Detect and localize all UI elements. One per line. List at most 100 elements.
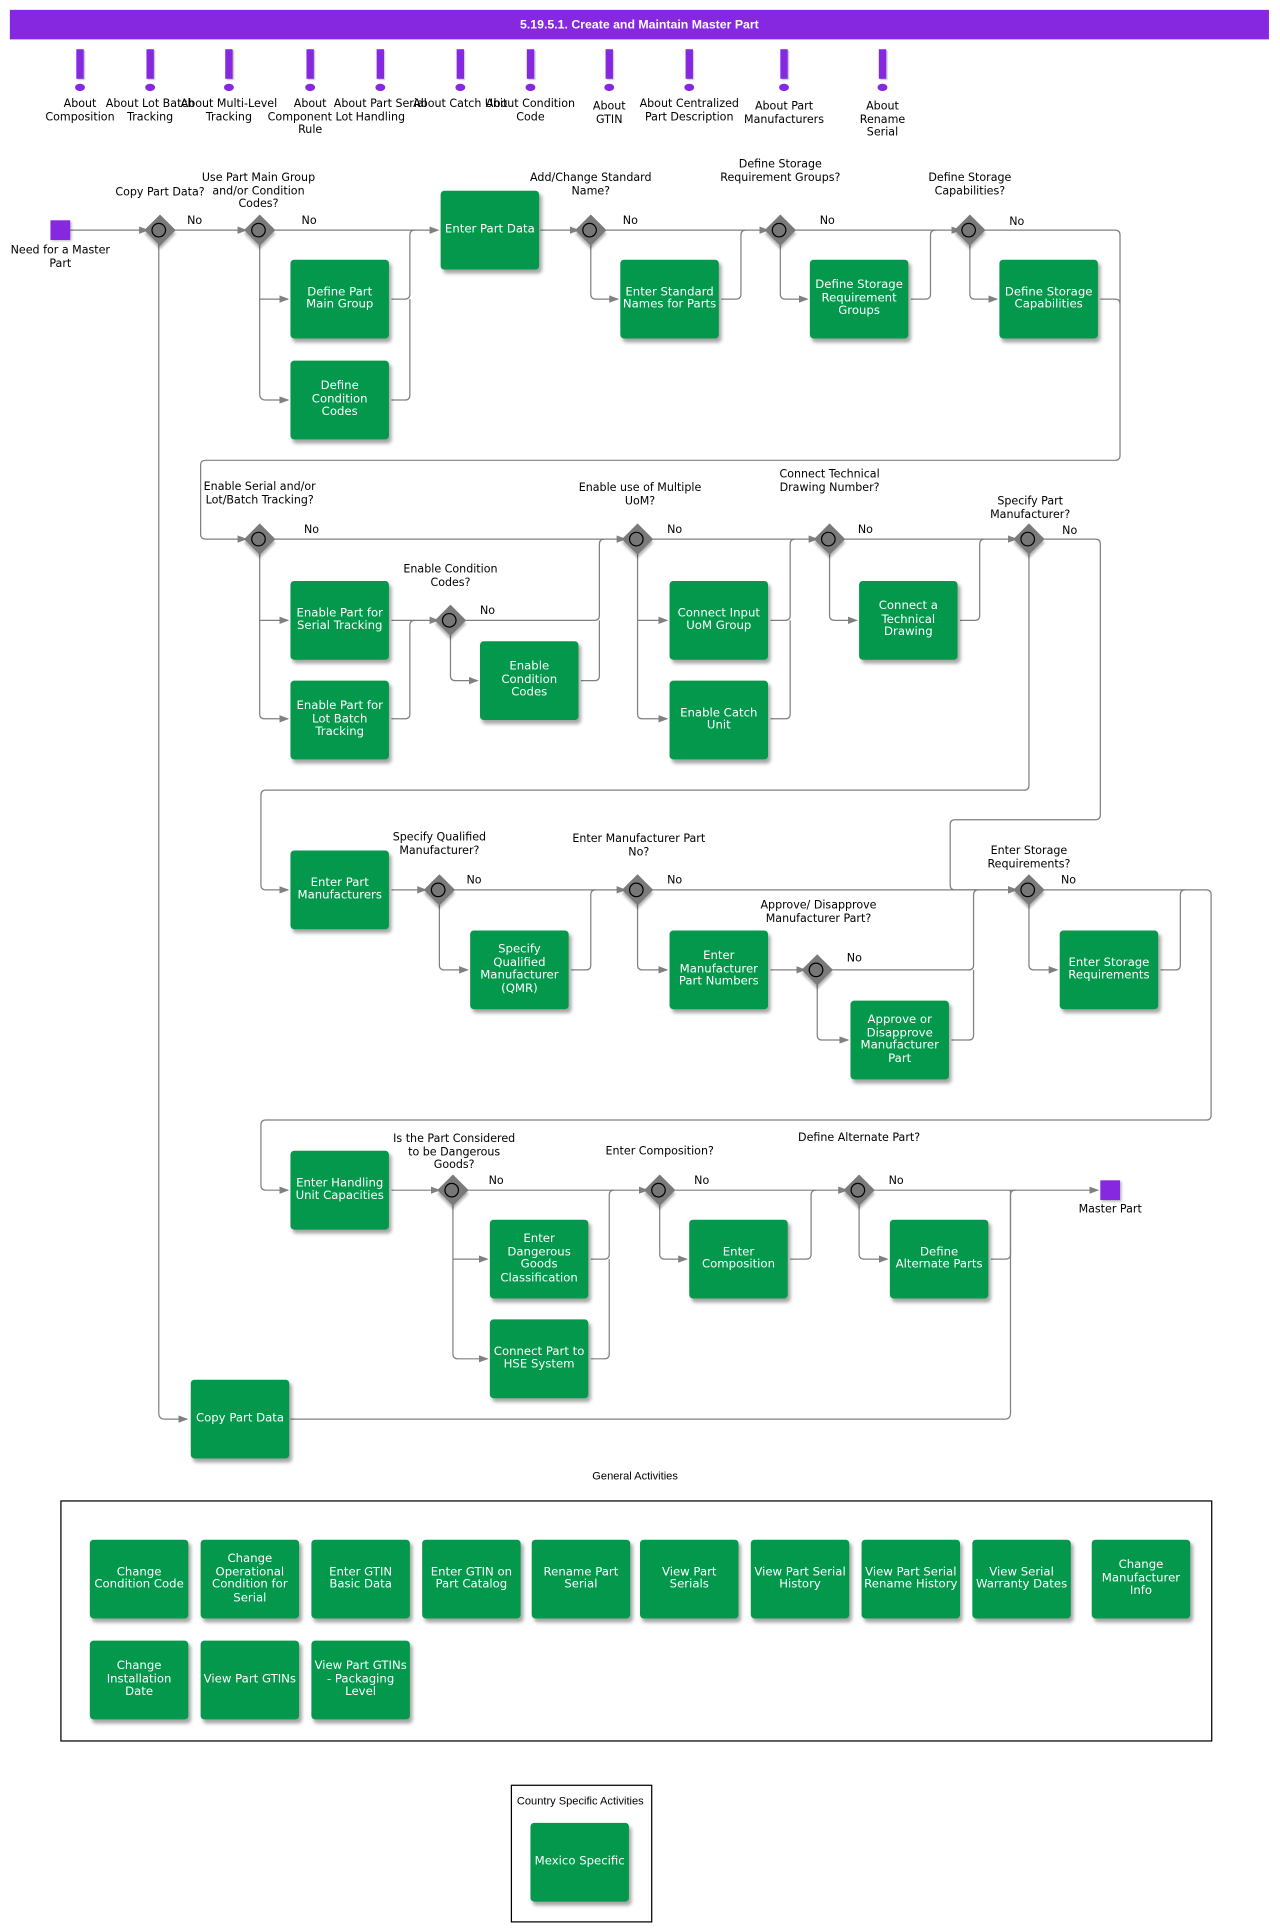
task-connect-technical-drawing[interactable]: Connect a Technical Drawing	[859, 580, 958, 660]
no-label: No	[857, 524, 873, 537]
task-enter-storage-requirements[interactable]: Enter Storage Requirements	[1059, 930, 1159, 1010]
gateway-label: Enable Serial and/or Lot/Batch Tracking?	[203, 481, 316, 507]
task-connect-part-to-hse[interactable]: Connect Part to HSE System	[489, 1319, 589, 1399]
gateway-circle-icon	[771, 222, 787, 238]
general-activity-item[interactable]: Rename Part Serial	[531, 1539, 631, 1619]
gateway-label: Approve/ Disapprove Manufacturer Part?	[760, 899, 877, 925]
gateway-circle-icon	[1020, 531, 1036, 547]
gateway-circle-icon	[651, 1182, 666, 1198]
exclamation-icon	[452, 49, 469, 98]
gateway-label: Enable Condition Codes?	[403, 563, 498, 589]
task-copy-part-data[interactable]: Copy Part Data	[190, 1379, 290, 1459]
gateway-circle-icon	[1020, 882, 1036, 898]
task-enable-catch-unit[interactable]: Enable Catch Unit	[669, 680, 769, 760]
task-connect-input-uom-group[interactable]: Connect Input UoM Group	[669, 580, 769, 660]
end-event-label: Master Part	[1078, 1203, 1142, 1217]
process-diagram: 5.19.5.1. Create and Maintain Master Par…	[0, 0, 1280, 1930]
general-activity-item[interactable]: View Serial Warranty Dates	[972, 1539, 1071, 1619]
note-label: About Part Manufacturers	[744, 100, 825, 127]
task-enable-condition-codes[interactable]: Enable Condition Codes	[480, 641, 579, 721]
general-activity-item[interactable]: View Part GTINs - Packaging Level	[311, 1640, 410, 1720]
exclamation-icon	[775, 49, 792, 98]
no-label: No	[301, 215, 317, 228]
gateway-circle-icon	[820, 531, 836, 547]
general-activity-item[interactable]: View Part Serial Rename History	[861, 1539, 961, 1619]
general-activity-item[interactable]: Change Condition Code	[89, 1539, 189, 1619]
gateway-label: Specify Qualified Manufacturer?	[392, 832, 487, 858]
general-activity-item[interactable]: View Part Serial History	[750, 1539, 850, 1619]
no-label: No	[466, 875, 482, 888]
no-label: No	[304, 524, 320, 537]
task-define-storage-capabilities[interactable]: Define Storage Capabilities	[999, 259, 1098, 339]
exclamation-icon	[71, 49, 88, 98]
gateway-label: Use Part Main Group and/or Condition Cod…	[201, 172, 316, 211]
note-label: About Centralized Part Description	[639, 98, 739, 124]
gateway-circle-icon	[582, 222, 597, 238]
note-about-part-manufacturers[interactable]: About Part Manufacturers	[735, 49, 833, 127]
country-specific-title: Country Specific Activities	[516, 1794, 644, 1807]
no-label: No	[488, 1175, 504, 1188]
task-approve-disapprove-manufacturer-part[interactable]: Approve or Disapprove Manufacturer Part	[850, 1000, 949, 1080]
note-label: About Rename Serial	[859, 100, 906, 140]
no-label: No	[1060, 875, 1077, 888]
task-enter-standard-names[interactable]: Enter Standard Names for Parts	[620, 259, 719, 339]
start-event[interactable]	[50, 220, 71, 241]
gateway-label: Define Alternate Part?	[798, 1132, 921, 1145]
task-enter-part-manufacturers[interactable]: Enter Part Manufacturers	[290, 850, 389, 930]
gateway-label: Enter Manufacturer Part No?	[572, 833, 706, 859]
exclamation-icon	[302, 49, 319, 98]
task-enter-part-data[interactable]: Enter Part Data	[440, 190, 540, 270]
gateway-circle-icon	[444, 1182, 460, 1198]
task-define-storage-requirement-groups[interactable]: Define Storage Requirement Groups	[809, 259, 909, 339]
general-activity-item[interactable]: Change Installation Date	[89, 1640, 189, 1720]
diagram-title: 5.19.5.1. Create and Maintain Master Par…	[9, 9, 1269, 40]
exclamation-icon	[681, 49, 698, 98]
exclamation-icon	[874, 49, 891, 98]
note-about-rename-serial[interactable]: About Rename Serial	[833, 49, 931, 139]
no-label: No	[480, 605, 496, 618]
task-define-part-main-group[interactable]: Define Part Main Group	[290, 259, 389, 339]
gateway-circle-icon	[430, 882, 446, 898]
gateway-circle-icon	[251, 222, 266, 238]
task-enter-manufacturer-part-numbers[interactable]: Enter Manufacturer Part Numbers	[669, 930, 769, 1010]
gateway-circle-icon	[850, 1182, 866, 1198]
no-label: No	[667, 875, 683, 888]
gateway-label: Define Storage Capabilities?	[928, 172, 1012, 198]
task-enable-lot-batch-tracking[interactable]: Enable Part for Lot Batch Tracking	[290, 680, 389, 760]
task-enter-composition[interactable]: Enter Composition	[689, 1219, 788, 1299]
gateway-circle-icon	[961, 222, 977, 238]
gateway-label: Add/Change Standard Name?	[530, 172, 652, 198]
exclamation-icon	[522, 49, 539, 98]
end-event[interactable]	[1100, 1180, 1121, 1201]
general-activity-item[interactable]: Enter GTIN on Part Catalog	[422, 1539, 521, 1619]
no-label: No	[622, 215, 638, 228]
no-label: No	[888, 1175, 904, 1188]
gateway-circle-icon	[808, 962, 824, 978]
general-activity-item[interactable]: Enter GTIN Basic Data	[311, 1539, 410, 1619]
task-define-alternate-parts[interactable]: Define Alternate Parts	[889, 1219, 989, 1299]
gateway-circle-icon	[151, 222, 167, 238]
country-activity-item[interactable]: Mexico Specific	[530, 1822, 629, 1902]
task-enter-dangerous-goods-classification[interactable]: Enter Dangerous Goods Classification	[489, 1219, 589, 1299]
no-label: No	[819, 215, 835, 228]
no-label: No	[1009, 216, 1025, 229]
task-enter-handling-unit-capacities[interactable]: Enter Handling Unit Capacities	[290, 1150, 389, 1230]
general-activity-item[interactable]: Change Operational Condition for Serial	[200, 1539, 300, 1619]
gateway-label: Define Storage Requirement Groups?	[720, 158, 841, 185]
no-label: No	[187, 215, 203, 228]
general-activity-item[interactable]: View Part GTINs	[200, 1640, 300, 1720]
note-about-centralized-part-description[interactable]: About Centralized Part Description	[634, 49, 745, 124]
task-define-condition-codes[interactable]: Define Condition Codes	[290, 360, 389, 440]
gateway-circle-icon	[251, 531, 266, 547]
gateway-label: Specify Part Manufacturer?	[990, 496, 1071, 522]
no-label: No	[667, 524, 683, 537]
gateway-label: Enable use of Multiple UoM?	[578, 482, 702, 508]
note-label: About GTIN	[592, 100, 626, 127]
no-label: No	[846, 952, 862, 965]
no-label: No	[694, 1175, 710, 1188]
task-specify-qualified-manufacturer[interactable]: Specify Qualified Manufacturer (QMR)	[470, 930, 569, 1010]
general-activity-item[interactable]: Change Manufacturer Info	[1091, 1539, 1191, 1619]
task-enable-serial-tracking[interactable]: Enable Part for Serial Tracking	[290, 580, 389, 660]
general-activity-item[interactable]: View Part Serials	[640, 1539, 739, 1619]
gateway-circle-icon	[441, 612, 457, 628]
